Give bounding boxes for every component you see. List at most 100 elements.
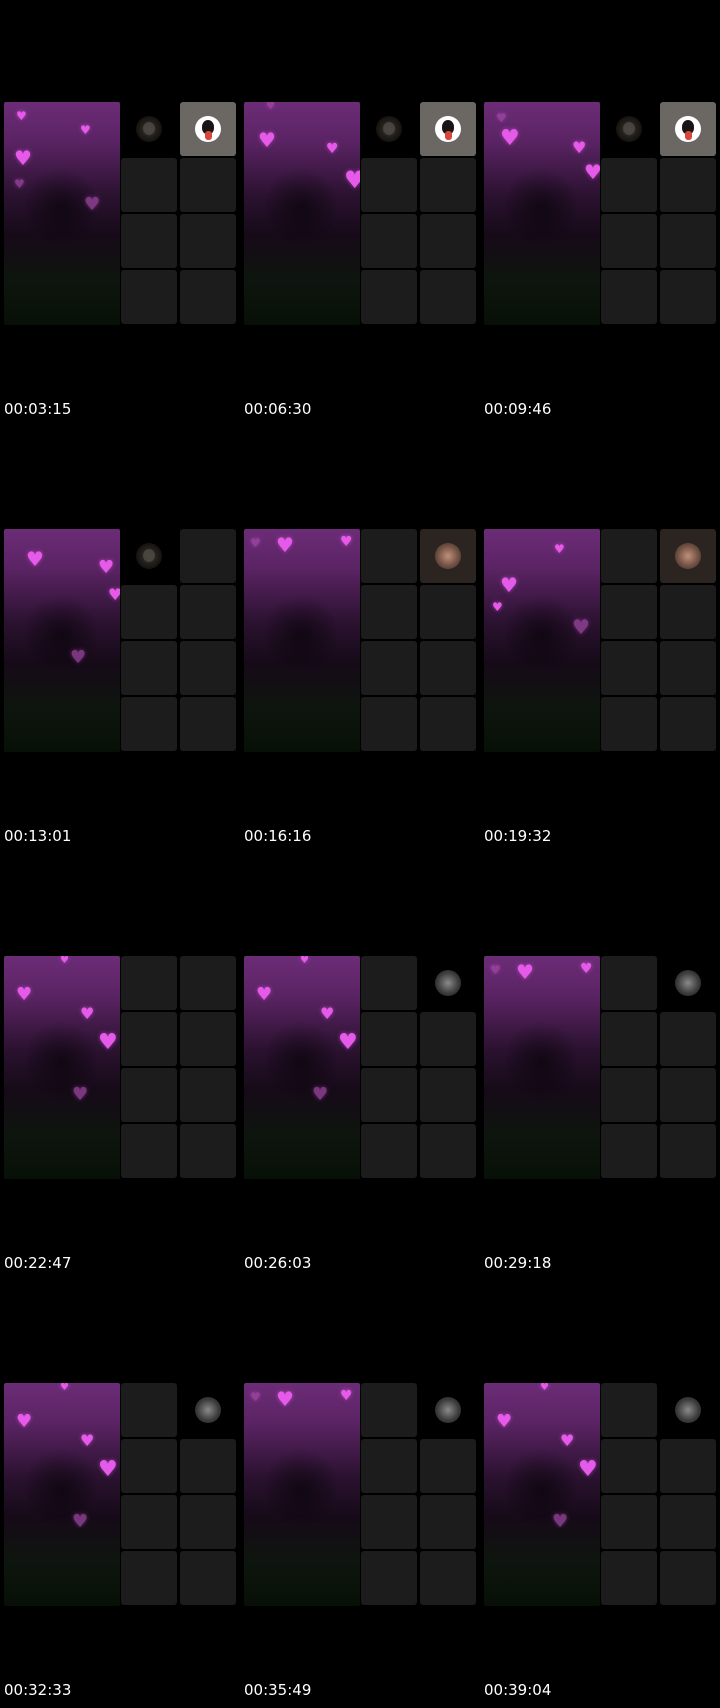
guest-seat[interactable] — [601, 1383, 657, 1437]
guest-seat[interactable] — [601, 102, 657, 156]
guest-seat[interactable] — [420, 1551, 476, 1605]
guest-seat[interactable] — [180, 697, 236, 751]
guest-seat[interactable] — [121, 1012, 177, 1066]
guest-seat[interactable] — [361, 1551, 417, 1605]
guest-seat[interactable] — [180, 1495, 236, 1549]
guest-seat[interactable] — [361, 529, 417, 583]
guest-seat[interactable] — [660, 1383, 716, 1437]
guest-seat[interactable] — [601, 1124, 657, 1178]
guest-seat[interactable] — [660, 585, 716, 639]
guest-seat[interactable] — [420, 1439, 476, 1493]
guest-seat[interactable] — [601, 1551, 657, 1605]
guest-seat[interactable] — [420, 214, 476, 268]
guest-seat[interactable] — [121, 1383, 177, 1437]
guest-seat[interactable] — [180, 1012, 236, 1066]
guest-seat[interactable] — [660, 1012, 716, 1066]
guest-seat[interactable] — [180, 1551, 236, 1605]
guest-seat[interactable] — [601, 1439, 657, 1493]
guest-seat[interactable] — [121, 214, 177, 268]
guest-seat[interactable] — [660, 158, 716, 212]
guest-seat[interactable] — [660, 214, 716, 268]
guest-seat[interactable] — [121, 641, 177, 695]
guest-seat[interactable] — [361, 214, 417, 268]
guest-seat[interactable] — [601, 956, 657, 1010]
guest-seat[interactable] — [180, 641, 236, 695]
guest-seat[interactable] — [420, 956, 476, 1010]
guest-seat[interactable] — [121, 529, 177, 583]
guest-seat[interactable] — [420, 697, 476, 751]
video-frame: ♥ ♥ ♥ ♥ 00:13:01 — [0, 427, 240, 854]
guest-seat[interactable] — [601, 1495, 657, 1549]
guest-seat[interactable] — [361, 1495, 417, 1549]
guest-seat[interactable] — [121, 956, 177, 1010]
guest-seat[interactable] — [660, 1495, 716, 1549]
guest-seat[interactable] — [660, 956, 716, 1010]
guest-seat[interactable] — [361, 585, 417, 639]
guest-seat[interactable] — [121, 270, 177, 324]
guest-seat[interactable] — [420, 270, 476, 324]
guest-seat[interactable] — [180, 585, 236, 639]
guest-seat[interactable] — [660, 641, 716, 695]
guest-seat[interactable] — [121, 1068, 177, 1122]
guest-seat[interactable] — [420, 529, 476, 583]
guest-seat[interactable] — [180, 1124, 236, 1178]
guest-seat[interactable] — [660, 1551, 716, 1605]
guest-seat[interactable] — [601, 270, 657, 324]
guest-seat[interactable] — [180, 1068, 236, 1122]
guest-seat[interactable] — [121, 697, 177, 751]
guest-seat[interactable] — [420, 641, 476, 695]
guest-seat[interactable] — [660, 1068, 716, 1122]
guest-seat[interactable] — [420, 1124, 476, 1178]
guest-seat[interactable] — [361, 1068, 417, 1122]
heart-icon: ♥ — [16, 1411, 33, 1432]
guest-seat[interactable] — [180, 270, 236, 324]
guest-seat[interactable] — [361, 641, 417, 695]
guest-seat[interactable] — [121, 158, 177, 212]
guest-seat[interactable] — [361, 270, 417, 324]
guest-seat[interactable] — [420, 158, 476, 212]
guest-seat[interactable] — [180, 214, 236, 268]
guest-seat[interactable] — [361, 1124, 417, 1178]
guest-seat[interactable] — [180, 956, 236, 1010]
guest-seat[interactable] — [601, 585, 657, 639]
guest-seat[interactable] — [660, 270, 716, 324]
guest-seat[interactable] — [180, 1383, 236, 1437]
guest-seat[interactable] — [121, 1439, 177, 1493]
guest-seat[interactable] — [601, 529, 657, 583]
guest-seat[interactable] — [420, 1383, 476, 1437]
guest-seat[interactable] — [361, 1383, 417, 1437]
guest-seat[interactable] — [180, 158, 236, 212]
guest-seat[interactable] — [660, 102, 716, 156]
guest-seat[interactable] — [420, 1012, 476, 1066]
guest-seat[interactable] — [420, 102, 476, 156]
guest-seat[interactable] — [601, 1068, 657, 1122]
guest-seat[interactable] — [361, 1439, 417, 1493]
guest-seat[interactable] — [361, 956, 417, 1010]
guest-seat[interactable] — [361, 102, 417, 156]
guest-seat[interactable] — [660, 697, 716, 751]
guest-seat[interactable] — [601, 214, 657, 268]
guest-seat[interactable] — [361, 158, 417, 212]
guest-seat[interactable] — [121, 585, 177, 639]
guest-seat[interactable] — [180, 1439, 236, 1493]
guest-seat[interactable] — [121, 1551, 177, 1605]
guest-seat[interactable] — [601, 697, 657, 751]
guest-seat[interactable] — [361, 1012, 417, 1066]
guest-seat[interactable] — [180, 529, 236, 583]
guest-seat[interactable] — [660, 1124, 716, 1178]
guest-seat[interactable] — [121, 1495, 177, 1549]
guest-seat[interactable] — [601, 641, 657, 695]
guest-seat[interactable] — [420, 585, 476, 639]
guest-seat[interactable] — [180, 102, 236, 156]
video-frame: ♥ ♥ ♥ ♥ 00:09:46 — [480, 0, 720, 427]
guest-seat[interactable] — [121, 102, 177, 156]
guest-seat[interactable] — [361, 697, 417, 751]
guest-seat[interactable] — [660, 1439, 716, 1493]
guest-seat[interactable] — [601, 1012, 657, 1066]
guest-seat[interactable] — [601, 158, 657, 212]
guest-seat[interactable] — [420, 1068, 476, 1122]
guest-seat[interactable] — [420, 1495, 476, 1549]
main-video-feed: ♥ ♥ ♥ ♥ — [484, 529, 600, 752]
guest-seat[interactable] — [660, 529, 716, 583]
guest-seat[interactable] — [121, 1124, 177, 1178]
